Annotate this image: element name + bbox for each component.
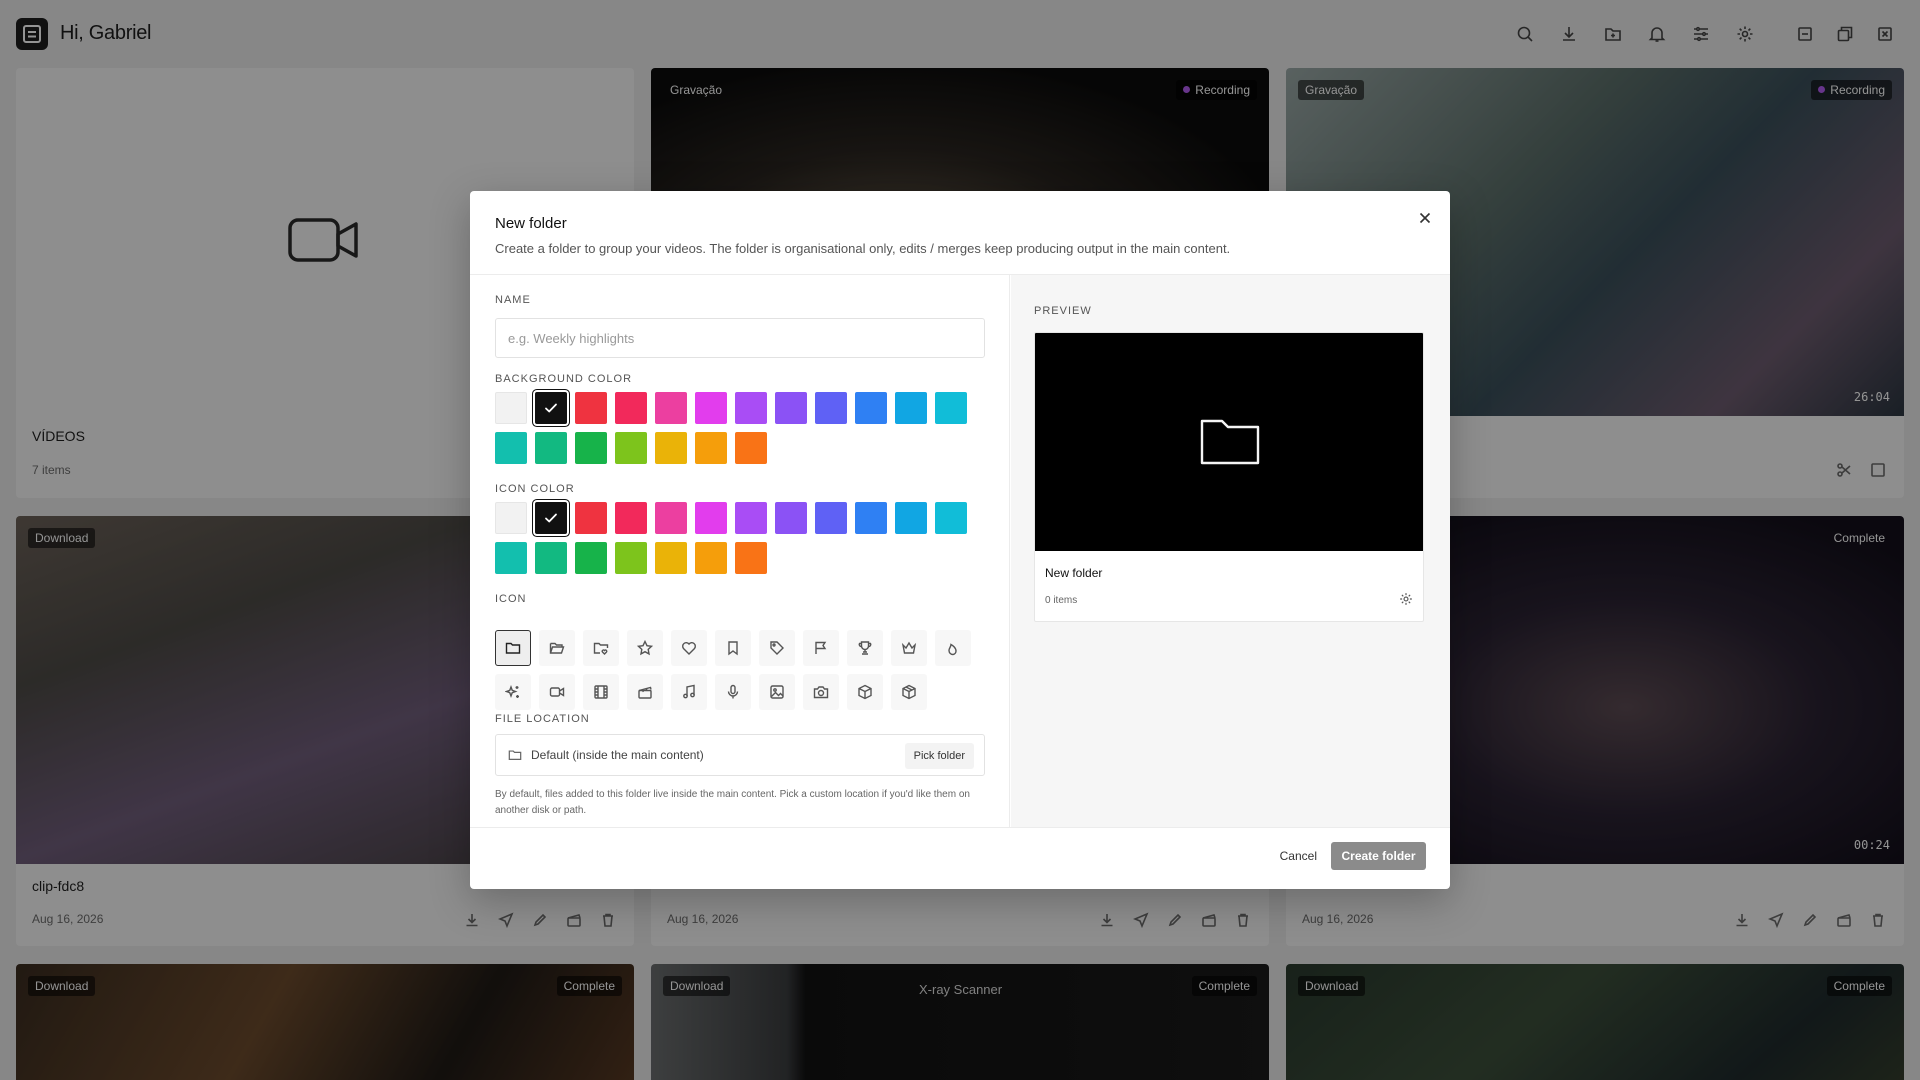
icon-color-swatch[interactable] xyxy=(655,502,687,534)
background-color-swatch[interactable] xyxy=(735,392,767,424)
dialog-header: New folder Create a folder to group your… xyxy=(470,191,1450,275)
icon-color-swatch[interactable] xyxy=(895,502,927,534)
file-location-field[interactable]: Default (inside the main content) Pick f… xyxy=(495,734,985,776)
background-color-swatch[interactable] xyxy=(535,392,567,424)
clapperboard-icon[interactable] xyxy=(627,674,663,710)
dialog-footer: Cancel Create folder xyxy=(470,827,1450,889)
preview-panel: PREVIEW New folder 0 items xyxy=(1011,275,1450,827)
image-icon[interactable] xyxy=(759,674,795,710)
background-color-swatch[interactable] xyxy=(575,392,607,424)
preview-label: PREVIEW xyxy=(1034,305,1092,317)
create-folder-button[interactable]: Create folder xyxy=(1331,842,1426,870)
background-color-swatch[interactable] xyxy=(495,392,527,424)
dialog-title: New folder xyxy=(495,215,567,232)
folder-icon xyxy=(508,748,522,767)
folder-icon xyxy=(1200,419,1260,465)
tag-icon[interactable] xyxy=(759,630,795,666)
camera-icon[interactable] xyxy=(803,674,839,710)
background-color-swatch[interactable] xyxy=(655,392,687,424)
icon-color-swatch[interactable] xyxy=(695,542,727,574)
flag-icon[interactable] xyxy=(803,630,839,666)
icon-picker xyxy=(495,630,975,710)
background-color-swatch[interactable] xyxy=(815,392,847,424)
icon-color-swatch[interactable] xyxy=(615,502,647,534)
icon-color-swatch[interactable] xyxy=(655,542,687,574)
box-icon[interactable] xyxy=(847,674,883,710)
video-icon[interactable] xyxy=(539,674,575,710)
pick-folder-button[interactable]: Pick folder xyxy=(904,743,974,769)
crown-icon[interactable] xyxy=(891,630,927,666)
icon-color-swatch[interactable] xyxy=(735,502,767,534)
background-color-swatch[interactable] xyxy=(615,392,647,424)
folder-name-input[interactable] xyxy=(495,318,985,358)
sparkles-icon[interactable] xyxy=(495,674,531,710)
folder-heart-icon[interactable] xyxy=(583,630,619,666)
close-dialog-button[interactable] xyxy=(1416,209,1434,227)
new-folder-dialog: New folder Create a folder to group your… xyxy=(470,191,1450,889)
background-color-swatch[interactable] xyxy=(535,432,567,464)
trophy-icon[interactable] xyxy=(847,630,883,666)
folder-open-icon[interactable] xyxy=(539,630,575,666)
close-icon xyxy=(1419,212,1431,224)
icon-color-swatch[interactable] xyxy=(495,502,527,534)
background-color-swatch[interactable] xyxy=(895,392,927,424)
icon-color-swatch[interactable] xyxy=(815,502,847,534)
background-color-swatch[interactable] xyxy=(935,392,967,424)
preview-card: New folder 0 items xyxy=(1034,332,1424,622)
heart-icon[interactable] xyxy=(671,630,707,666)
preview-folder-name: New folder xyxy=(1045,566,1103,580)
icon-color-swatch[interactable] xyxy=(935,502,967,534)
film-icon[interactable] xyxy=(583,674,619,710)
icon-color-swatch[interactable] xyxy=(535,502,567,534)
icon-color-swatch[interactable] xyxy=(735,542,767,574)
background-color-swatch[interactable] xyxy=(655,432,687,464)
flame-icon[interactable] xyxy=(935,630,971,666)
star-icon[interactable] xyxy=(627,630,663,666)
file-location-help: By default, files added to this folder l… xyxy=(495,789,970,816)
mic-icon[interactable] xyxy=(715,674,751,710)
background-color-swatch[interactable] xyxy=(615,432,647,464)
dialog-subtitle: Create a folder to group your videos. Th… xyxy=(495,241,1231,256)
icon-color-swatch[interactable] xyxy=(575,542,607,574)
package-icon[interactable] xyxy=(891,674,927,710)
background-color-swatch[interactable] xyxy=(575,432,607,464)
icon-color-swatch[interactable] xyxy=(855,502,887,534)
gear-icon xyxy=(1399,592,1413,611)
background-color-picker xyxy=(495,392,995,464)
icon-color-swatch[interactable] xyxy=(575,502,607,534)
check-icon xyxy=(545,403,557,413)
icon-label: ICON xyxy=(495,593,527,605)
folder-form: NAME BACKGROUND COLOR ICON COLOR ICON xyxy=(470,275,1010,827)
background-color-swatch[interactable] xyxy=(775,392,807,424)
icon-color-swatch[interactable] xyxy=(535,542,567,574)
background-color-label: BACKGROUND COLOR xyxy=(495,373,633,385)
background-color-swatch[interactable] xyxy=(735,432,767,464)
file-location-label: FILE LOCATION xyxy=(495,713,590,725)
background-color-swatch[interactable] xyxy=(695,432,727,464)
icon-color-swatch[interactable] xyxy=(695,502,727,534)
name-label: NAME xyxy=(495,294,531,306)
background-color-swatch[interactable] xyxy=(495,432,527,464)
icon-color-swatch[interactable] xyxy=(615,542,647,574)
bookmark-icon[interactable] xyxy=(715,630,751,666)
icon-color-swatch[interactable] xyxy=(495,542,527,574)
check-icon xyxy=(545,513,557,523)
preview-item-count: 0 items xyxy=(1045,595,1078,606)
icon-color-swatch[interactable] xyxy=(775,502,807,534)
music-icon[interactable] xyxy=(671,674,707,710)
file-location-value: Default (inside the main content) xyxy=(531,748,704,762)
background-color-swatch[interactable] xyxy=(695,392,727,424)
icon-color-picker xyxy=(495,502,995,574)
cancel-button[interactable]: Cancel xyxy=(1274,842,1323,870)
folder-icon[interactable] xyxy=(495,630,531,666)
icon-color-label: ICON COLOR xyxy=(495,483,575,495)
preview-thumbnail xyxy=(1035,333,1423,551)
background-color-swatch[interactable] xyxy=(855,392,887,424)
